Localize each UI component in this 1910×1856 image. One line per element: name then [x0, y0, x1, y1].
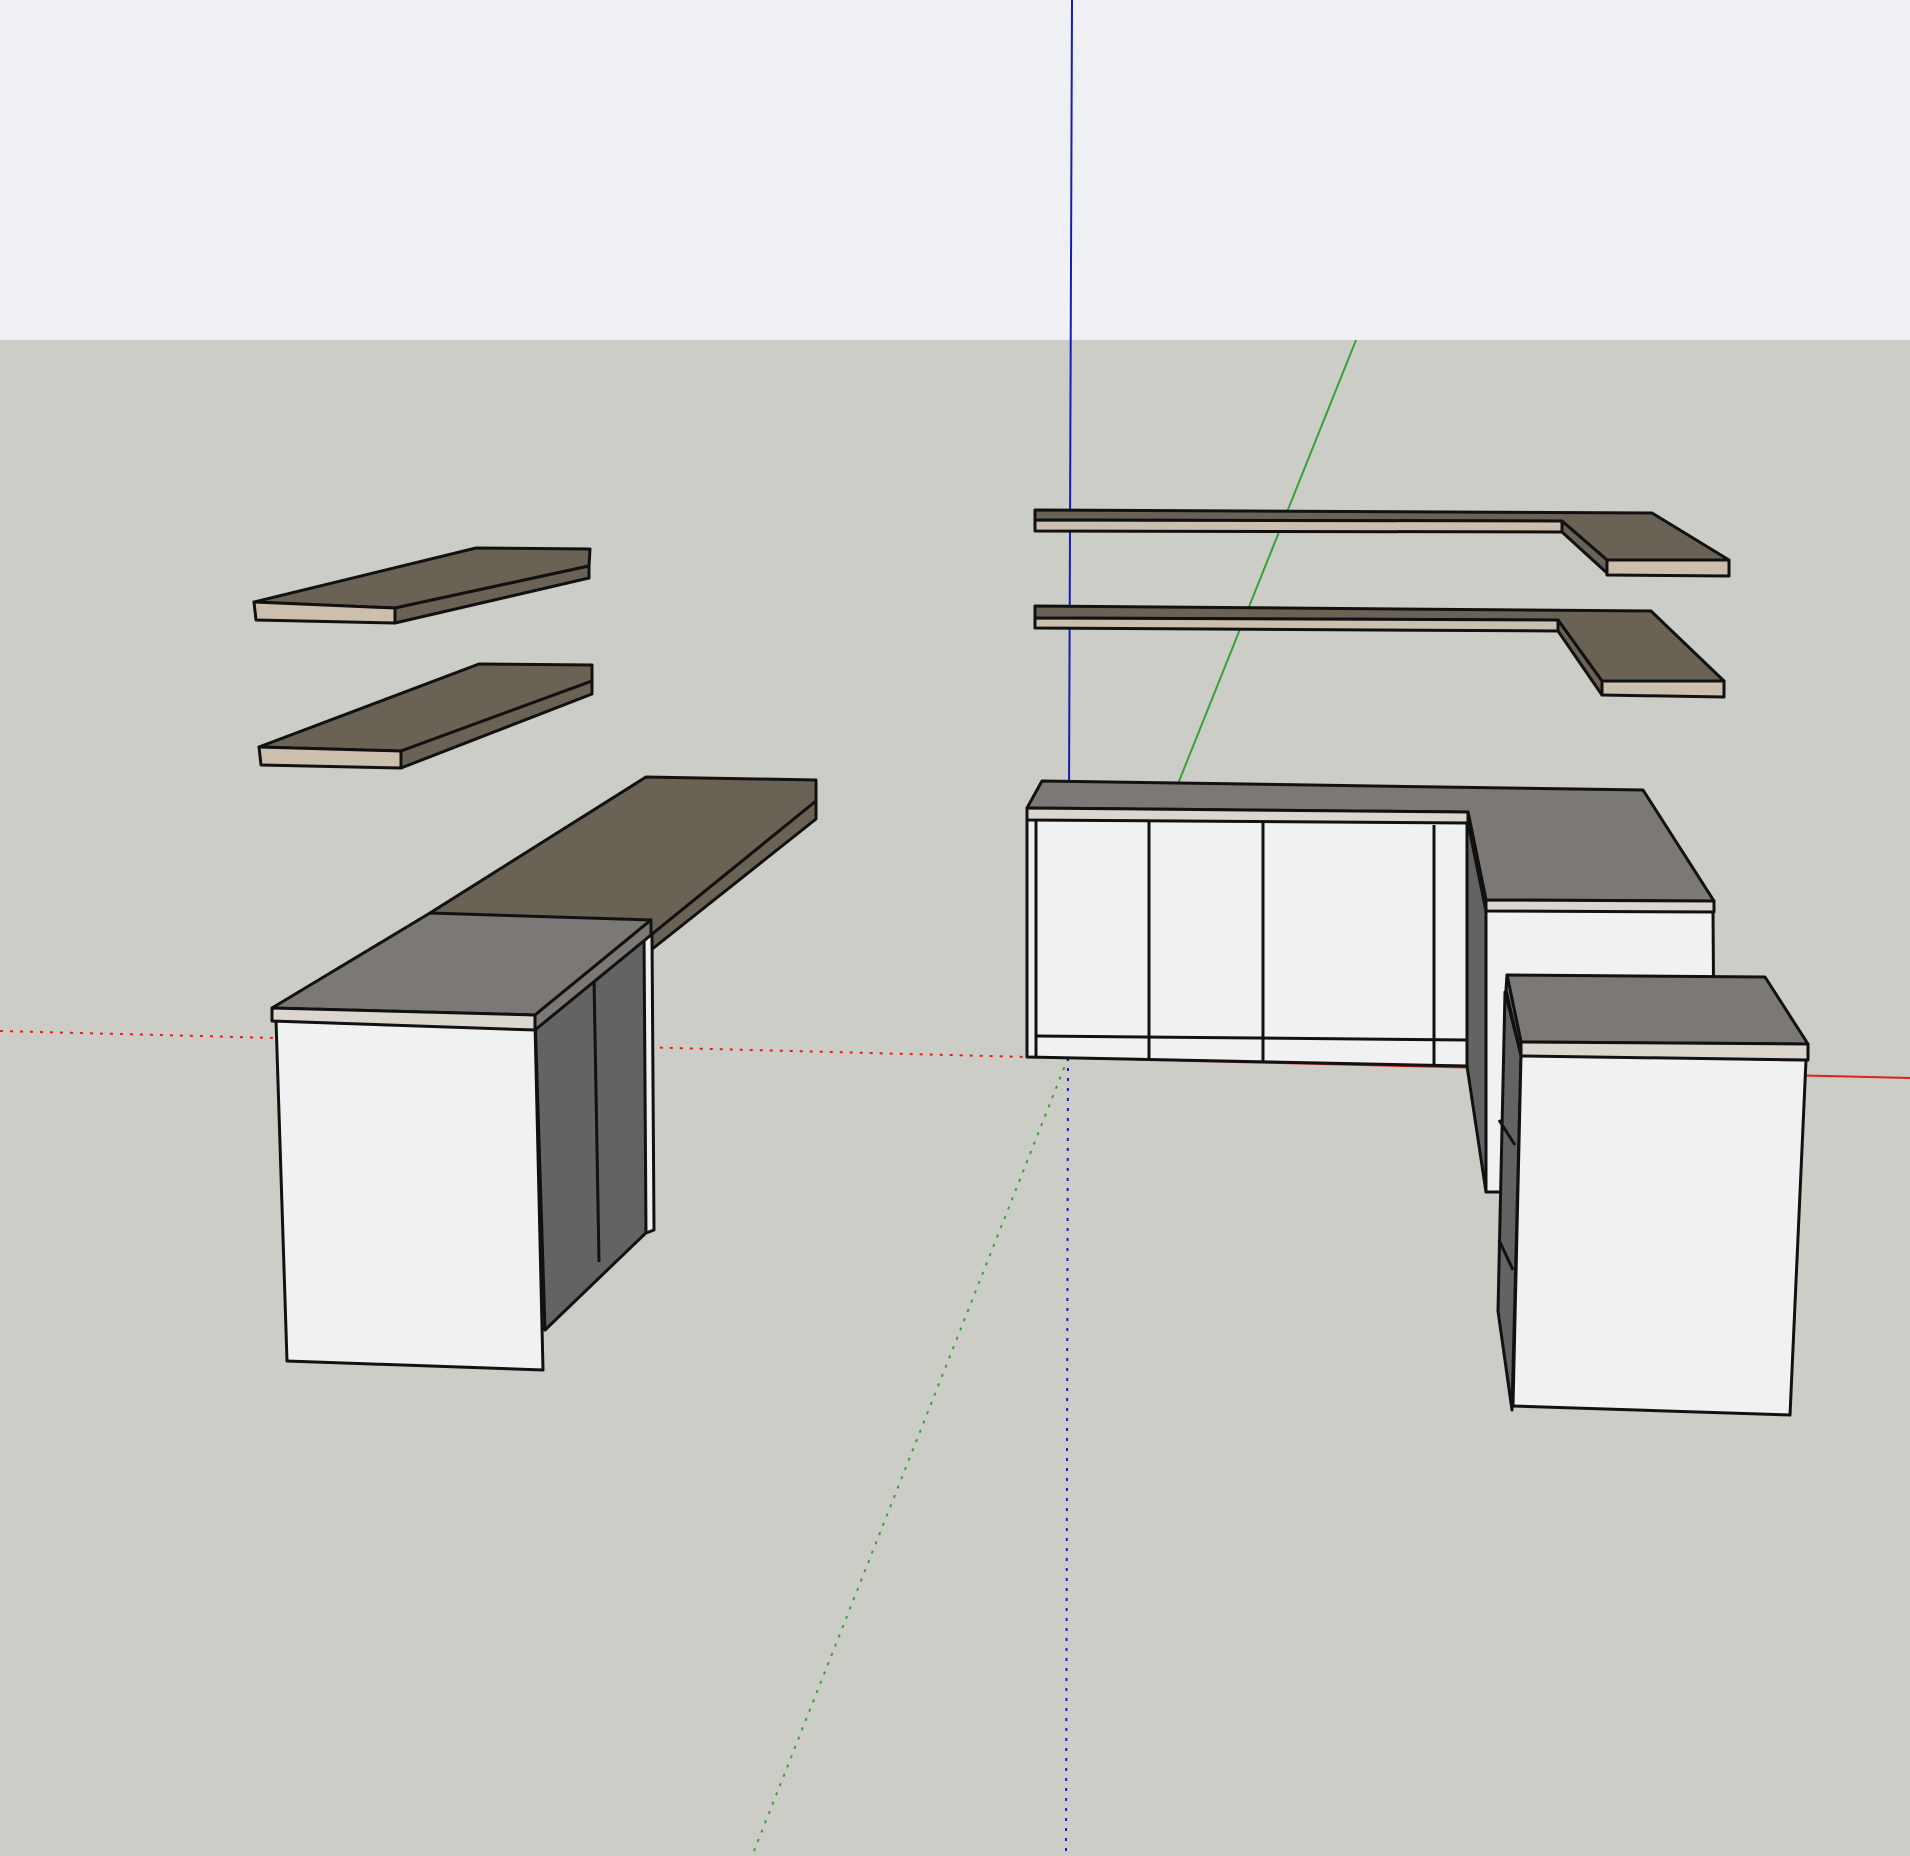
cabinet-side-leg [642, 933, 656, 1235]
sky [0, 0, 1910, 340]
cabinet-front-panel [274, 1018, 545, 1372]
model-scene[interactable] [0, 0, 1910, 1856]
island-stone-top [1505, 973, 1810, 1046]
stone-counter-front-edge [1025, 806, 1470, 825]
shelf-end-edge [1605, 558, 1731, 578]
shelf-front-edge [257, 745, 403, 770]
island-front-panel [1511, 1053, 1808, 1417]
shelf-end-edge [1600, 679, 1726, 699]
right-island-cabinet[interactable] [1496, 973, 1810, 1417]
stone-counter-return-edge [1484, 898, 1716, 914]
sketchup-viewport[interactable] [0, 0, 1910, 1856]
shelf-front-edge [1033, 616, 1560, 633]
shelf-front-edge [1033, 518, 1564, 534]
cabinet-front-panel [1025, 810, 1469, 1068]
island-stone-front-edge [1519, 1040, 1810, 1062]
